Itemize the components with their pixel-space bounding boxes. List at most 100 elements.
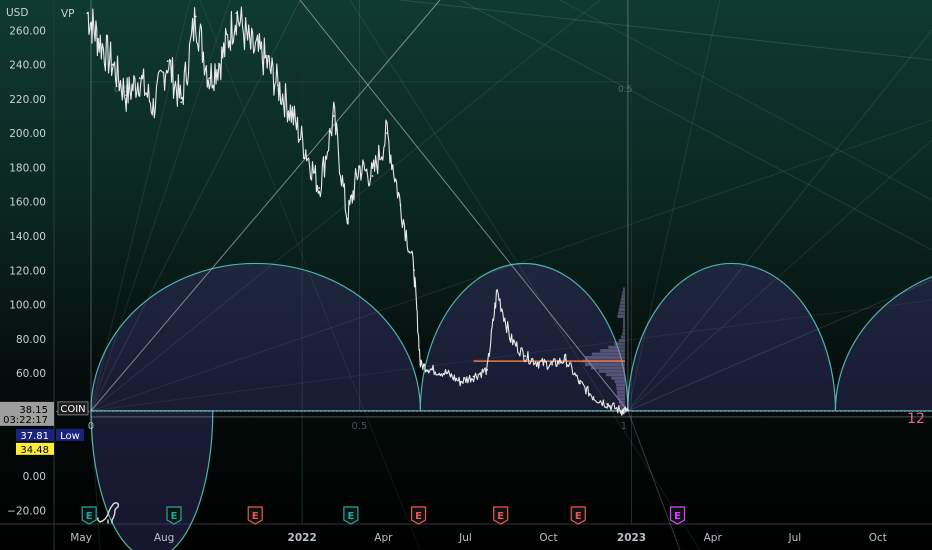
y-tick-label[interactable]: 260.00	[9, 25, 46, 37]
x-tick-label[interactable]: 2022	[288, 532, 317, 544]
y-tick-label[interactable]: 200.00	[9, 128, 46, 140]
cycle-arc	[419, 263, 629, 412]
indicator-label[interactable]: VP	[61, 8, 75, 20]
x-tick-label[interactable]: 2023	[617, 532, 646, 544]
x-tick-label[interactable]: Apr	[704, 532, 723, 544]
cycle-arc	[834, 276, 932, 412]
earnings-badge-letter[interactable]: E	[171, 511, 178, 522]
volume-profile-bar	[622, 321, 625, 325]
price-point	[290, 111, 293, 114]
volume-profile-bar	[591, 352, 625, 356]
price-point	[564, 358, 567, 361]
earnings-badge[interactable]: E	[410, 506, 427, 525]
low-tag: 37.81 Low	[16, 428, 84, 442]
cycle-arc	[627, 262, 837, 412]
earnings-badge[interactable]: E	[81, 506, 97, 525]
earnings-badge-letter[interactable]: E	[86, 511, 93, 522]
price-point	[431, 368, 433, 371]
earnings-badge[interactable]: E	[343, 506, 359, 525]
y-tick-label[interactable]: 120.00	[9, 265, 46, 277]
x-tick-label[interactable]: Apr	[374, 532, 393, 544]
y-tick-label[interactable]: 100.00	[9, 300, 46, 312]
price-point	[606, 403, 609, 405]
price-chart[interactable]: 0 0.5 1 0.5 0.5 USD VP 260.00 240.00 220.00 200.…	[0, 0, 932, 550]
earnings-badge[interactable]: E	[493, 506, 509, 525]
volume-profile-bar	[622, 328, 625, 332]
price-point	[138, 77, 141, 80]
low-label: Low	[60, 431, 80, 442]
time-axis[interactable]: May Aug 2022 Apr Jul Oct 2023 Apr Jul Oct	[70, 532, 887, 544]
earnings-badge[interactable]: E	[247, 506, 263, 525]
x-tick-label[interactable]: Oct	[869, 532, 887, 544]
price-point	[486, 368, 489, 371]
price-point	[592, 396, 595, 399]
arc-level-label: 0.5	[351, 421, 367, 432]
earnings-badge[interactable]: E	[570, 506, 586, 525]
volume-profile-bar	[622, 318, 625, 322]
y-tick-label[interactable]: 80.00	[16, 334, 46, 346]
x-tick-label[interactable]: Aug	[154, 532, 175, 544]
volume-profile-bar	[621, 294, 625, 298]
earnings-badge[interactable]: E	[166, 506, 182, 525]
y-tick-label[interactable]: 0.00	[23, 471, 46, 483]
volume-profile-bar	[585, 356, 625, 360]
price-point	[627, 409, 629, 412]
price-point	[125, 94, 128, 97]
low-value: 37.81	[20, 431, 49, 442]
y-tick-label[interactable]: 60.00	[16, 368, 46, 380]
price-point	[304, 149, 307, 152]
symbol-tag: COIN	[57, 401, 89, 416]
price-point	[166, 60, 169, 63]
volume-profile-bar	[598, 369, 625, 373]
price-point	[386, 132, 388, 135]
gann-level-label: 0.5	[618, 85, 632, 95]
price-point	[619, 409, 622, 412]
price-point	[496, 289, 498, 292]
x-tick-label[interactable]: Jul	[788, 532, 802, 544]
chart-root[interactable]: 0 0.5 1 0.5 0.5 USD VP 260.00 240.00 220.00 200.…	[0, 0, 932, 550]
currency-label: USD	[6, 7, 28, 19]
price-point	[111, 63, 114, 66]
fan-line	[627, 410, 681, 550]
y-tick-label[interactable]: −20.00	[7, 505, 46, 517]
y-tick-label[interactable]: 180.00	[9, 162, 46, 174]
price-point	[413, 269, 415, 272]
x-tick-label[interactable]: May	[70, 532, 92, 544]
price-point	[358, 166, 360, 169]
volume-profile-bar	[606, 373, 625, 377]
earnings-badge-letter[interactable]: E	[347, 511, 354, 522]
price-point	[459, 380, 461, 383]
y-tick-label[interactable]: 140.00	[9, 231, 46, 243]
price-point	[263, 56, 266, 59]
price-point	[249, 46, 252, 49]
x-tick-label[interactable]: Oct	[539, 532, 557, 544]
price-point	[399, 204, 402, 207]
y-tick-label[interactable]: 220.00	[9, 94, 46, 106]
last-price-tag: 38.1503:22:17	[0, 401, 54, 426]
earnings-badge-letter[interactable]: E	[575, 511, 582, 522]
price-point	[86, 12, 89, 15]
volume-profile-bar	[618, 400, 625, 404]
earnings-badge-letter[interactable]: E	[252, 511, 259, 522]
earnings-badge-letter[interactable]: E	[415, 511, 422, 522]
price-point	[180, 101, 183, 104]
volume-profile-bar	[616, 390, 625, 394]
volume-profile-bar	[623, 287, 625, 291]
fan-line	[459, 0, 932, 251]
volume-profile-bar	[619, 404, 625, 408]
volume-profile-bar	[622, 332, 625, 336]
earnings-badge[interactable]: E	[669, 506, 686, 525]
y-tick-label[interactable]: 240.00	[9, 60, 46, 72]
y-tick-label[interactable]: 160.00	[9, 197, 46, 209]
volume-profile-bar	[608, 345, 625, 349]
volume-profile-bar	[620, 301, 625, 305]
x-tick-label[interactable]: Jul	[458, 532, 472, 544]
earnings-badge-letter[interactable]: E	[497, 511, 504, 522]
volume-profile-bar	[619, 304, 625, 308]
fan-line	[349, 0, 701, 550]
price-point	[346, 217, 349, 220]
earnings-badge-letter[interactable]: E	[674, 511, 681, 522]
volume-profile-bar	[617, 314, 625, 318]
volume-profile-bar	[616, 383, 625, 387]
volume-profile-bar	[611, 376, 625, 380]
